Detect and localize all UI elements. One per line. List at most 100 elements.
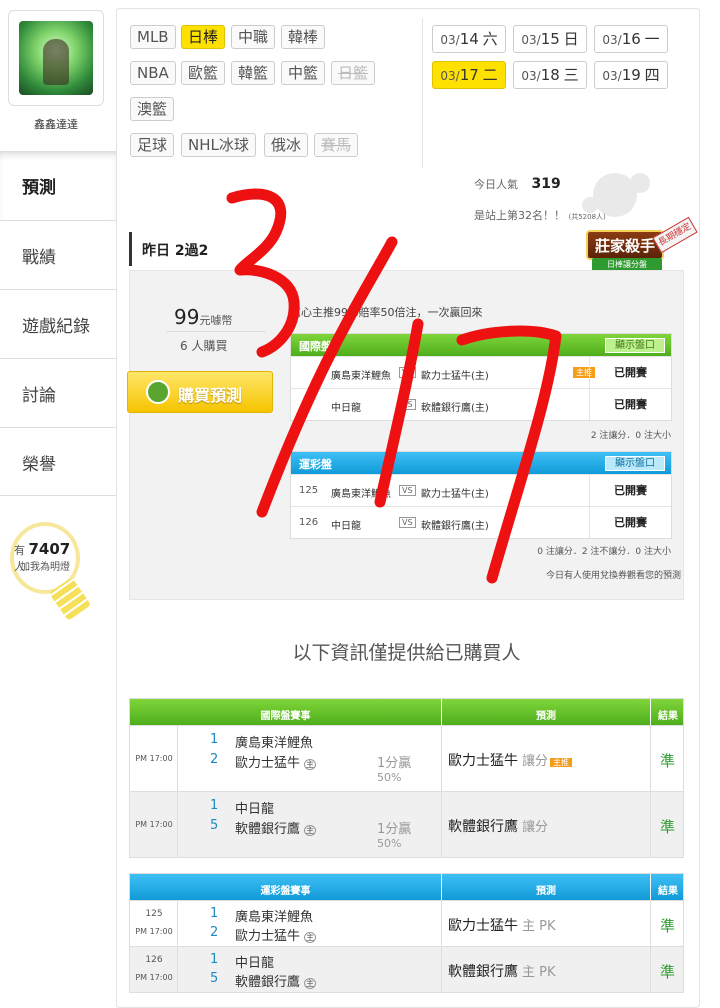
game-time: PM 17:00 <box>130 792 178 857</box>
team-away: 廣島東洋鯉魚 <box>331 371 391 382</box>
team-home: 歐力士猛牛(主) <box>421 489 489 500</box>
sport-tag-japan-basketball: 日籃 <box>331 61 376 85</box>
pick: 歐力士猛牛 讓分 主推 <box>448 750 573 770</box>
team-home: 軟體銀行鷹主 <box>235 822 317 837</box>
team-home: 軟體銀行鷹主 <box>235 975 317 990</box>
lottery-results-table: 運彩盤賽事 預測 結果 125 PM 17:00 1 廣島東洋鯉魚 2 歐力士猛… <box>129 873 684 993</box>
team-away: 中日龍 <box>331 403 361 414</box>
lottery-mini-header: 運彩盤 顯示盤口 <box>291 452 671 474</box>
game-time: PM 17:00 <box>130 726 178 791</box>
nav-item-predict[interactable]: 預測 <box>0 151 116 220</box>
game-number: 126 <box>299 517 319 528</box>
vs-icon: VS <box>399 399 416 410</box>
result-correct: 準 <box>660 917 676 935</box>
sport-tag-soccer[interactable]: 足球 <box>130 133 175 157</box>
buy-prediction-button[interactable]: 購買預測 <box>127 371 273 413</box>
game-time: 126 PM 17:00 <box>130 947 178 992</box>
pitcher-num: 1 <box>210 732 219 747</box>
sport-tag-mlb[interactable]: MLB <box>130 25 176 49</box>
sport-tag-korea-baseball[interactable]: 韓棒 <box>281 25 326 49</box>
username[interactable]: 鑫鑫達達 <box>0 116 112 132</box>
lottery-summary: 0 注讓分．2 注不讓分．0 注大小 <box>537 547 671 557</box>
team-home: 軟體銀行鷹(主) <box>421 521 489 532</box>
game-status: 已開賽 <box>589 357 671 388</box>
date-0315[interactable]: 03/15 日 <box>513 25 587 53</box>
team-away: 廣島東洋鯉魚 <box>235 736 314 751</box>
sidebar: 鑫鑫達達 預測 戰績 遊戲紀錄 討論 榮譽 有 7407 人 加我為明燈 <box>0 0 116 1008</box>
intl-mini-table: 國際盤 顯示盤口 廣島東洋鯉魚 VS 歐力士猛牛(主) 主推 已開賽 中日龍 V… <box>290 333 672 421</box>
sport-tag-japan-baseball[interactable]: 日棒 <box>181 25 226 49</box>
game-status: 已開賽 <box>589 507 671 538</box>
lamp-follow-label[interactable]: 加我為明燈 <box>20 558 70 573</box>
team-away: 中日龍 <box>331 521 361 532</box>
pitcher-num: 1 <box>210 952 219 967</box>
game-time: 125 PM 17:00 <box>130 901 178 946</box>
sport-tag-china-basketball[interactable]: 中籃 <box>281 61 326 85</box>
pick: 軟體銀行鷹主 PK <box>448 964 556 980</box>
table-row: PM 17:00 1 廣島東洋鯉魚 2 歐力士猛牛主 1分贏 50% 歐力士猛牛… <box>130 725 683 791</box>
show-odds-button[interactable]: 顯示盤口 <box>605 456 665 471</box>
date-0314[interactable]: 03/14 六 <box>432 25 506 53</box>
sport-tag-aus-basketball[interactable]: 澳籃 <box>130 97 175 121</box>
rank-row: 是站上第32名！！ (共5208人) <box>474 207 606 223</box>
date-0319[interactable]: 03/19 四 <box>594 61 668 89</box>
prediction-panel: 99元噱幣 6 人購買 購買預測 信心主推99%賠率50倍注，一次贏回來 國際盤… <box>127 270 684 600</box>
divider <box>422 18 423 168</box>
lottery-title: 運彩盤 <box>299 458 332 471</box>
pitcher-num: 2 <box>210 925 219 940</box>
handicap-pct: 50% <box>377 771 402 784</box>
lamp-prefix: 有 <box>14 544 25 557</box>
col-header-pick: 預測 <box>536 711 556 722</box>
date-0318[interactable]: 03/18 三 <box>513 61 587 89</box>
nav-item-discussion[interactable]: 討論 <box>0 358 116 427</box>
result-correct: 準 <box>660 752 676 770</box>
intl-results-header: 國際盤賽事 預測 結果 <box>130 699 683 725</box>
vs-icon: VS <box>399 485 416 496</box>
rank-text: 是站上第32名！！ <box>474 209 565 222</box>
table-row: 125 PM 17:00 1 廣島東洋鯉魚 2 歐力士猛牛主 歐力士猛牛主 PK… <box>130 900 683 946</box>
price: 99元噱幣 <box>174 305 233 329</box>
vs-icon: VS <box>399 517 416 528</box>
team-home: 歐力士猛牛(主) <box>421 371 489 382</box>
sport-tag-nba[interactable]: NBA <box>130 61 176 85</box>
date-0316[interactable]: 03/16 一 <box>594 25 668 53</box>
show-odds-button[interactable]: 顯示盤口 <box>605 338 665 353</box>
game-status: 已開賽 <box>589 475 671 506</box>
pitcher-num: 5 <box>210 971 219 986</box>
date-0317[interactable]: 03/17 二 <box>432 61 506 89</box>
table-row: 廣島東洋鯉魚 VS 歐力士猛牛(主) 主推 已開賽 <box>291 356 671 388</box>
intl-mini-header: 國際盤 顯示盤口 <box>291 334 671 356</box>
team-away: 中日龍 <box>235 956 275 971</box>
divider <box>166 331 266 332</box>
handicap: 1分贏 <box>377 822 412 837</box>
pitcher-num: 5 <box>210 818 219 833</box>
coin-icon <box>146 380 170 404</box>
team-away: 廣島東洋鯉魚 <box>331 489 391 500</box>
sport-tag-korea-basketball[interactable]: 韓籃 <box>231 61 276 85</box>
banker-killer-badge: 莊家殺手 日棒讓分盤 長期穩定 <box>586 216 698 272</box>
nav-item-game-log[interactable]: 遊戲紀錄 <box>0 289 116 358</box>
col-header-result: 結果 <box>658 886 678 897</box>
team-home: 歐力士猛牛主 <box>235 929 317 944</box>
purchasers-only-title: 以下資訊僅提供給已購買人 <box>292 642 521 664</box>
nav-item-honor[interactable]: 榮譽 <box>0 427 116 496</box>
pitcher-num: 1 <box>210 798 219 813</box>
popularity-value: 319 <box>531 176 561 192</box>
col-header-result: 結果 <box>658 711 678 722</box>
rank-note: (共5208人) <box>568 213 606 221</box>
col-header-pick: 預測 <box>536 886 556 897</box>
handicap-pct: 50% <box>377 837 402 850</box>
pick: 軟體銀行鷹 讓分 <box>448 819 549 835</box>
avatar-frame[interactable] <box>8 10 104 106</box>
sport-tag-russia-hockey[interactable]: 俄冰 <box>264 133 309 157</box>
nav-item-record[interactable]: 戰績 <box>0 220 116 289</box>
team-home: 軟體銀行鷹(主) <box>421 403 489 414</box>
avatar[interactable] <box>19 21 93 95</box>
team-away: 廣島東洋鯉魚 <box>235 910 314 925</box>
lottery-mini-table: 運彩盤 顯示盤口 125 廣島東洋鯉魚 VS 歐力士猛牛(主) 已開賽 126 … <box>290 451 672 539</box>
headline: 信心主推99%賠率50倍注，一次贏回來 <box>290 306 483 319</box>
sport-tag-cpbl[interactable]: 中職 <box>231 25 276 49</box>
sport-tag-euro-basketball[interactable]: 歐籃 <box>181 61 226 85</box>
pitcher-num: 1 <box>210 906 219 921</box>
sport-tag-nhl[interactable]: NHL冰球 <box>181 133 256 157</box>
